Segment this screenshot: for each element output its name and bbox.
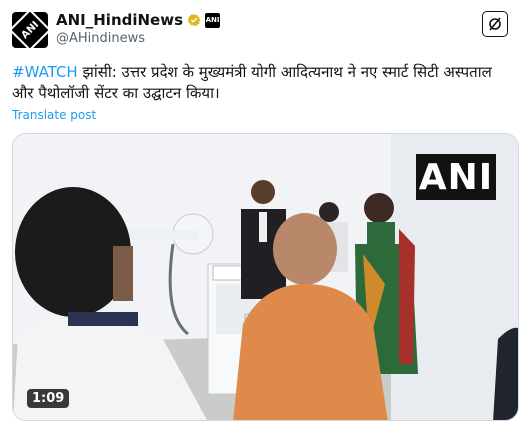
grok-glyph-icon bbox=[489, 17, 501, 31]
ani-logo: ANI bbox=[12, 12, 48, 48]
author-handle[interactable]: @AHindinews bbox=[56, 31, 145, 46]
translate-post-link[interactable]: Translate post bbox=[12, 108, 96, 122]
tweet-text: #WATCH झांसी: उत्तर प्रदेश के मुख्यमंत्र… bbox=[12, 62, 517, 104]
author-name-row: ANI_HindiNews ANI bbox=[56, 11, 221, 29]
affiliate-badge-icon[interactable]: ANI bbox=[205, 12, 221, 28]
tweet-body: झांसी: उत्तर प्रदेश के मुख्यमंत्री योगी … bbox=[12, 63, 492, 102]
video-watermark: ANI bbox=[416, 154, 496, 200]
hashtag-link[interactable]: #WATCH bbox=[12, 63, 78, 81]
display-name[interactable]: ANI_HindiNews bbox=[56, 11, 183, 29]
grok-icon[interactable] bbox=[482, 11, 508, 37]
video-duration-badge: 1:09 bbox=[27, 389, 70, 408]
avatar[interactable]: ANI bbox=[12, 12, 48, 48]
video-player[interactable]: ANI 1:09 bbox=[12, 133, 519, 421]
verified-badge-icon bbox=[187, 13, 201, 27]
